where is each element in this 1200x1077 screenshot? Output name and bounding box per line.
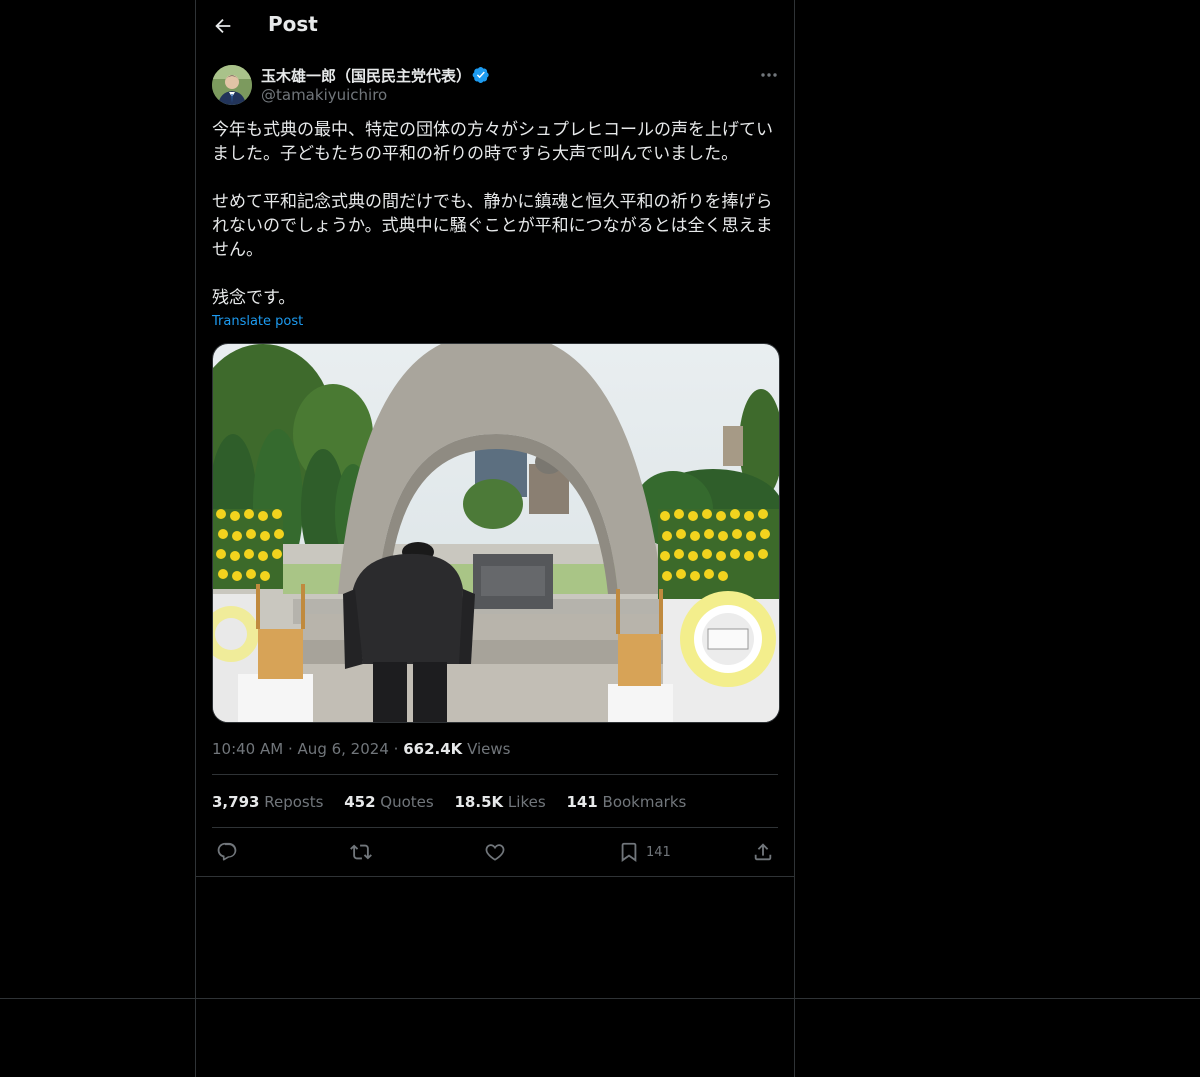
bookmarks-count: 141 xyxy=(566,793,598,811)
likes-label: Likes xyxy=(507,793,546,811)
bookmarks-stat[interactable]: 141 Bookmarks xyxy=(566,793,686,811)
page-header: Post xyxy=(196,0,794,53)
divider xyxy=(212,774,778,775)
quotes-stat[interactable]: 452 Quotes xyxy=(344,793,434,811)
repost-icon xyxy=(350,844,372,860)
bookmarks-label: Bookmarks xyxy=(602,793,687,811)
reposts-label: Reposts xyxy=(264,793,324,811)
post-text: 今年も式典の最中、特定の団体の方々がシュプレヒコールの声を上げていました。子ども… xyxy=(212,118,778,310)
bookmark-count: 141 xyxy=(646,844,671,860)
divider xyxy=(212,827,778,828)
back-arrow-icon[interactable] xyxy=(212,15,234,37)
translate-post-link[interactable]: Translate post xyxy=(212,314,303,329)
likes-stat[interactable]: 18.5K Likes xyxy=(455,793,546,811)
author-handle[interactable]: @tamakiyuichiro xyxy=(261,86,387,104)
reposts-stat[interactable]: 3,793 Reposts xyxy=(212,793,323,811)
share-icon xyxy=(754,843,772,861)
author-name[interactable]: 玉木雄一郎（国民民主党代表） xyxy=(261,65,471,86)
quotes-count: 452 xyxy=(344,793,376,811)
post-image[interactable] xyxy=(212,343,780,723)
bookmark-icon xyxy=(621,842,637,862)
post-date[interactable]: Aug 6, 2024 xyxy=(298,740,389,758)
likes-count: 18.5K xyxy=(454,793,504,811)
post-timestamp: 10:40 AM · Aug 6, 2024 · 662.4K Views xyxy=(212,740,510,758)
meta-separator: · xyxy=(287,740,293,758)
page-title: Post xyxy=(268,12,318,36)
like-button[interactable] xyxy=(484,840,506,864)
bookmark-button[interactable]: 141 xyxy=(618,840,671,864)
quotes-label: Quotes xyxy=(380,793,434,811)
meta-separator: · xyxy=(393,740,399,758)
views-label: Views xyxy=(467,740,511,758)
post-bottom-divider xyxy=(196,876,794,877)
verified-badge-icon xyxy=(472,66,489,84)
reposts-count: 3,793 xyxy=(212,793,260,811)
primary-column: Post 玉木雄一郎（国民民主党代表） @tamakiyuichiro 今年も式… xyxy=(195,0,795,1077)
reply-icon xyxy=(217,842,237,861)
avatar-image xyxy=(212,65,252,105)
views-count: 662.4K xyxy=(403,740,463,758)
share-button[interactable] xyxy=(752,840,774,864)
memorial-photo xyxy=(213,344,779,722)
more-icon[interactable] xyxy=(758,66,780,84)
repost-button[interactable] xyxy=(350,840,372,864)
post-time[interactable]: 10:40 AM xyxy=(212,740,283,758)
post-paragraph: せめて平和記念式典の間だけでも、静かに鎮魂と恒久平和の祈りを捧げられないのでしょ… xyxy=(212,192,773,260)
engagement-stats: 3,793 Reposts 452 Quotes 18.5K Likes 141… xyxy=(212,793,702,811)
post-paragraph: 今年も式典の最中、特定の団体の方々がシュプレヒコールの声を上げていました。子ども… xyxy=(212,120,773,164)
post-paragraph: 残念です。 xyxy=(212,288,296,308)
like-icon xyxy=(485,844,505,861)
avatar[interactable] xyxy=(212,65,252,105)
reply-button[interactable] xyxy=(216,840,238,864)
